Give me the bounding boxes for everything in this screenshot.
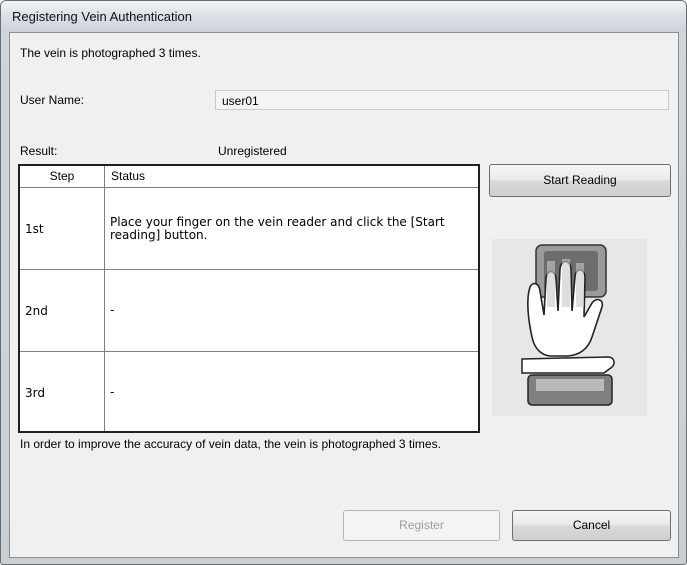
palm-vein-reader-illustration-icon [492,239,647,416]
step-cell: 3rd [25,385,45,400]
status-cell: Place your finger on the vein reader and… [110,214,445,242]
steps-table: Step Status 1st Place your finger on the… [18,164,480,433]
start-reading-button[interactable]: Start Reading [489,164,671,197]
intro-text: The vein is photographed 3 times. [20,46,201,60]
step-cell: 2nd [25,303,48,318]
result-label: Result: [20,144,58,158]
palm-vein-reader-svg [492,239,647,416]
column-header-step: Step [20,166,105,187]
footer-note: In order to improve the accuracy of vein… [20,437,441,451]
status-cell: - [110,303,115,317]
dialog-window: Registering Vein Authentication The vein… [0,0,687,565]
table-header: Step Status [20,166,478,188]
step-cell: 1st [25,221,44,236]
dialog-content: The vein is photographed 3 times. User N… [9,32,679,558]
user-name-label: User Name: [20,93,85,107]
table-row: 1st Place your finger on the vein reader… [20,188,478,270]
window-title: Registering Vein Authentication [12,9,192,24]
register-button[interactable]: Register [343,510,500,541]
table-row: 3rd - [20,352,478,433]
table-row: 2nd - [20,270,478,352]
title-bar[interactable]: Registering Vein Authentication [1,1,686,32]
column-header-status: Status [111,169,146,183]
cancel-button[interactable]: Cancel [512,510,671,541]
status-cell: - [110,385,115,399]
result-value: Unregistered [218,144,287,158]
user-name-field: user01 [215,90,669,110]
